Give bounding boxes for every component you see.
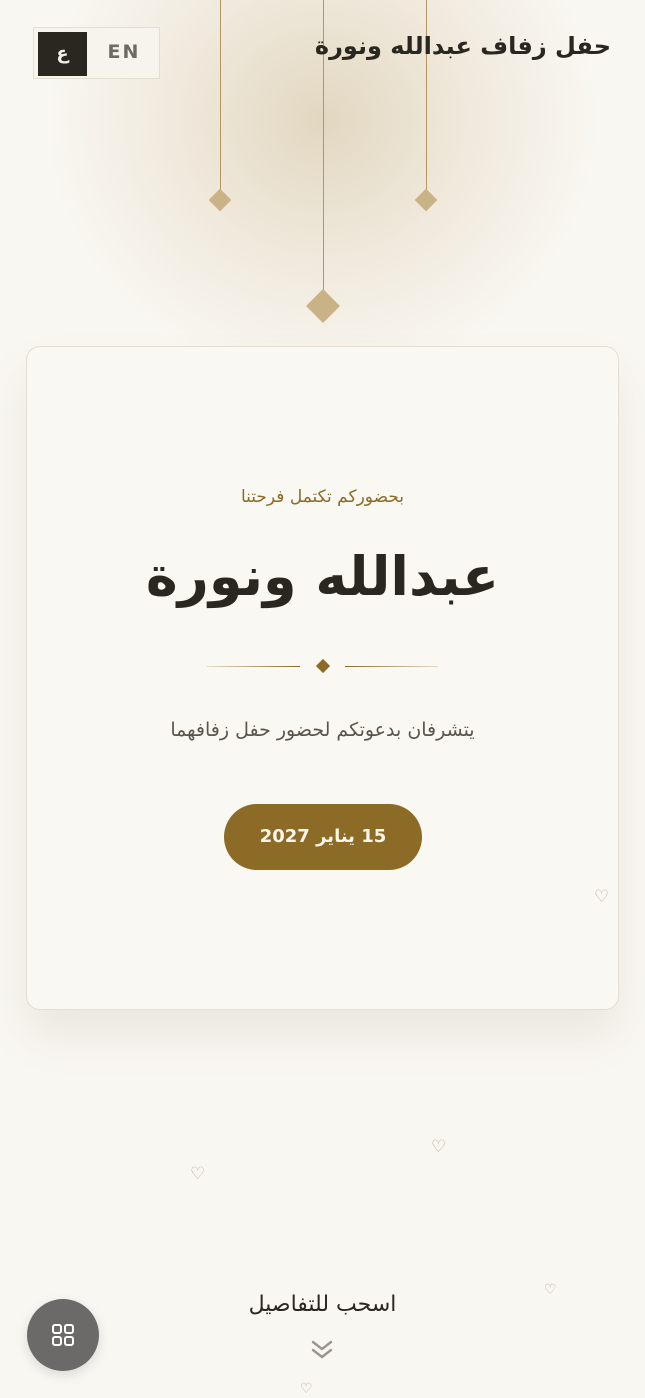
invitation-card: بحضوركم تكتمل فرحتنا عبدالله ونورة يتشرف… xyxy=(26,346,619,1010)
tagline: بحضوركم تكتمل فرحتنا xyxy=(240,487,405,507)
divider-line-left xyxy=(207,666,300,667)
grid-menu-icon xyxy=(52,1324,74,1346)
top-bar: حفل زفاف عبدالله ونورة ع EN xyxy=(0,0,645,100)
heart-outline-icon: ♡ xyxy=(594,887,610,907)
heart-outline-icon: ♡ xyxy=(431,1137,447,1157)
divider-line-right xyxy=(345,666,438,667)
invitation-text: يتشرفان بدعوتكم لحضور حفل زفافهما xyxy=(170,719,475,741)
menu-button[interactable] xyxy=(27,1299,99,1371)
heart-outline-icon: ♡ xyxy=(300,1381,313,1397)
couple-names: عبدالله ونورة xyxy=(145,545,500,608)
language-switch[interactable]: ع EN xyxy=(33,27,160,79)
wedding-date-badge[interactable]: 15 يناير 2027 xyxy=(224,804,422,870)
language-option-english[interactable]: EN xyxy=(94,32,154,76)
page-title: حفل زفاف عبدالله ونورة xyxy=(314,32,611,60)
swipe-hint: اسحب للتفاصيل xyxy=(248,1292,397,1317)
double-chevron-down-icon[interactable] xyxy=(310,1338,334,1362)
heart-outline-icon: ♡ xyxy=(190,1164,206,1184)
language-option-arabic[interactable]: ع xyxy=(38,32,87,76)
divider-diamond-icon xyxy=(315,658,331,674)
